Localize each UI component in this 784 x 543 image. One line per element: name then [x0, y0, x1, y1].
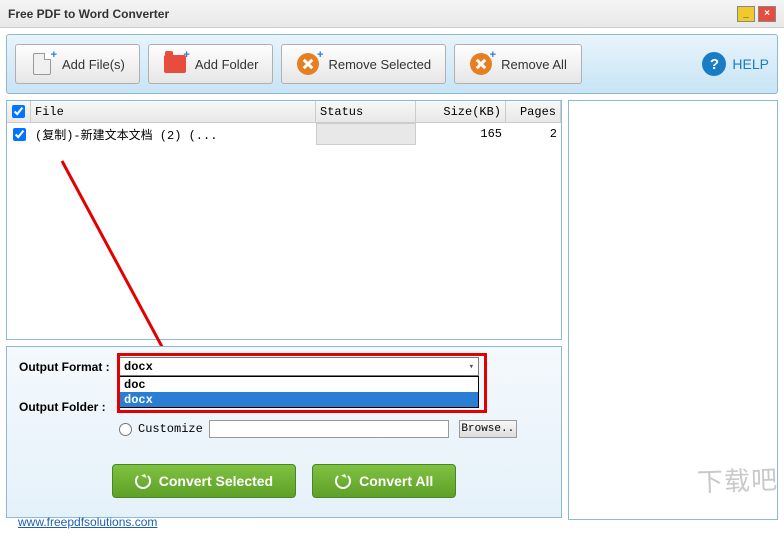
folder-icon: + [163, 52, 187, 76]
window-title: Free PDF to Word Converter [8, 7, 169, 21]
remove-selected-label: Remove Selected [328, 57, 431, 72]
output-folder-radios: Customize Browse.. [119, 420, 549, 438]
add-files-label: Add File(s) [62, 57, 125, 72]
remove-all-button[interactable]: + Remove All [454, 44, 582, 84]
dropdown-option-docx[interactable]: docx [120, 392, 478, 407]
remove-all-label: Remove All [501, 57, 567, 72]
col-pages[interactable]: Pages [506, 101, 561, 122]
output-format-dropdown[interactable]: docx ▾ doc docx [119, 357, 479, 376]
settings-panel: Output Format : docx ▾ doc docx Output F… [6, 346, 562, 518]
cell-file: (复制)-新建文本文档 (2) (... [31, 123, 316, 145]
file-list-header: File Status Size(KB) Pages [7, 101, 561, 123]
main-area: File Status Size(KB) Pages (复制)-新建文本文档 (… [6, 100, 778, 520]
titlebar-buttons: _ × [737, 6, 776, 22]
cell-pages: 2 [506, 123, 561, 145]
remove-selected-button[interactable]: + Remove Selected [281, 44, 446, 84]
help-icon: ? [702, 52, 726, 76]
col-status[interactable]: Status [316, 101, 416, 122]
chevron-down-icon: ▾ [469, 362, 474, 372]
output-folder-label: Output Folder : [19, 400, 119, 414]
convert-buttons: Convert Selected Convert All [19, 464, 549, 498]
customize-radio[interactable] [119, 423, 132, 436]
browse-button[interactable]: Browse.. [459, 420, 517, 438]
close-button[interactable]: × [758, 6, 776, 22]
add-folder-label: Add Folder [195, 57, 259, 72]
add-folder-button[interactable]: + Add Folder [148, 44, 274, 84]
table-row[interactable]: (复制)-新建文本文档 (2) (... 165 2 [7, 123, 561, 145]
dropdown-option-doc[interactable]: doc [120, 377, 478, 392]
refresh-icon [335, 473, 351, 489]
preview-panel [568, 100, 778, 520]
convert-selected-label: Convert Selected [159, 473, 273, 489]
convert-all-label: Convert All [359, 473, 433, 489]
col-file[interactable]: File [31, 101, 316, 122]
convert-selected-button[interactable]: Convert Selected [112, 464, 296, 498]
convert-all-button[interactable]: Convert All [312, 464, 456, 498]
titlebar: Free PDF to Word Converter _ × [0, 0, 784, 28]
file-icon: + [30, 52, 54, 76]
add-files-button[interactable]: + Add File(s) [15, 44, 140, 84]
select-all-checkbox[interactable] [12, 105, 25, 118]
toolbar: + Add File(s) + Add Folder + Remove Sele… [6, 34, 778, 94]
help-label: HELP [732, 56, 769, 72]
cell-size: 165 [416, 123, 506, 145]
help-button[interactable]: ? HELP [702, 52, 769, 76]
row-checkbox[interactable] [13, 128, 26, 141]
dropdown-list: doc docx [119, 376, 479, 408]
customize-label: Customize [138, 422, 203, 436]
remove-all-icon: + [469, 52, 493, 76]
cell-status [316, 123, 416, 145]
remove-icon: + [296, 52, 320, 76]
footer-link[interactable]: www.freepdfsolutions.com [18, 515, 157, 529]
folder-path-input[interactable] [209, 420, 449, 438]
dropdown-selected: docx [124, 360, 153, 374]
output-format-label: Output Format : [19, 360, 119, 374]
col-size[interactable]: Size(KB) [416, 101, 506, 122]
refresh-icon [135, 473, 151, 489]
file-list-panel: File Status Size(KB) Pages (复制)-新建文本文档 (… [6, 100, 562, 340]
minimize-button[interactable]: _ [737, 6, 755, 22]
